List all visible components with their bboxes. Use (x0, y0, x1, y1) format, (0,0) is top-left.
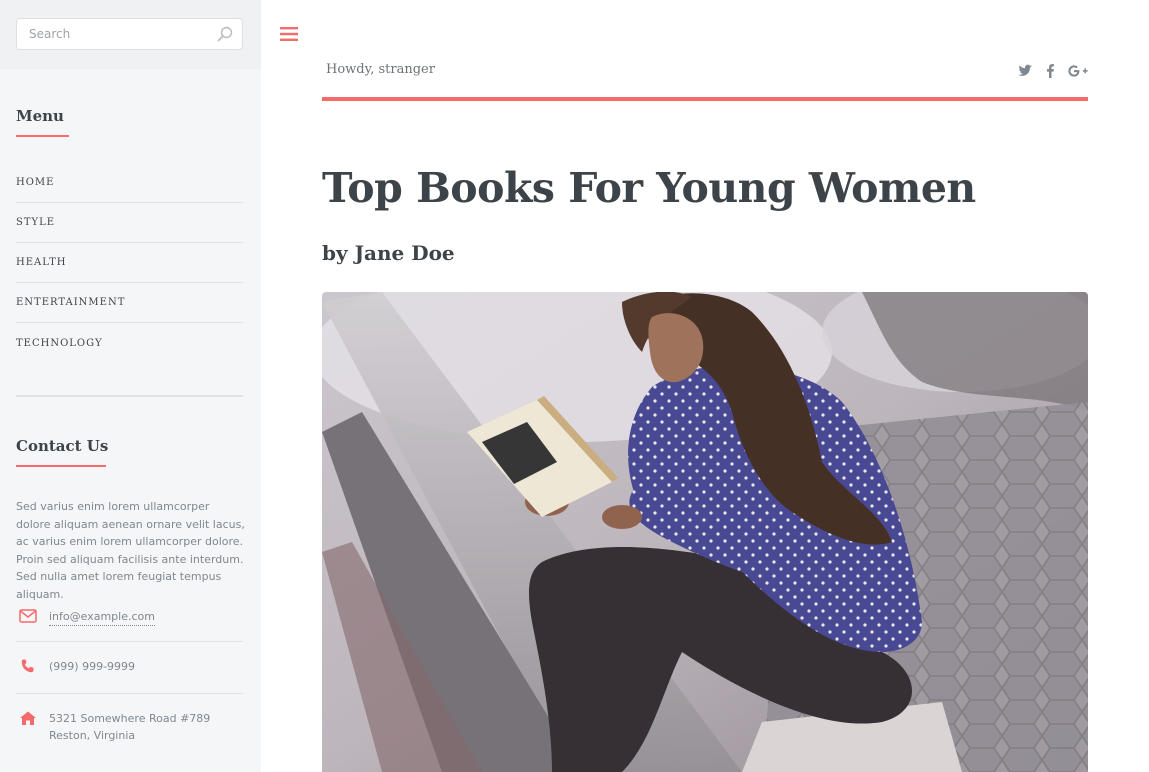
menu-list: HOME STYLE HEALTH ENTERTAINMENT TECHNOLO… (16, 163, 243, 363)
contact-email-row: info@example.com (16, 608, 243, 626)
search-input[interactable] (17, 19, 207, 49)
sidebar: Menu HOME STYLE HEALTH ENTERTAINMENT TEC… (0, 0, 261, 772)
menu-link-technology[interactable]: TECHNOLOGY (16, 338, 103, 349)
contact-phone-row: (999) 999-9999 (16, 658, 243, 675)
menu-item-style[interactable]: STYLE (16, 203, 243, 243)
menu-link-style[interactable]: STYLE (16, 217, 55, 228)
post-title: Top Books For Young Women (322, 164, 976, 212)
menu-item-home[interactable]: HOME (16, 163, 243, 203)
twitter-icon[interactable] (1017, 62, 1033, 80)
menu-item-entertainment[interactable]: ENTERTAINMENT (16, 283, 243, 323)
contact-description: Sed varius enim lorem ullamcorper dolore… (16, 500, 245, 601)
hero-image (322, 292, 1088, 772)
menu-heading: Menu (16, 107, 64, 125)
search-section (0, 0, 261, 69)
menu-item-health[interactable]: HEALTH (16, 243, 243, 283)
menu-link-entertainment[interactable]: ENTERTAINMENT (16, 297, 125, 308)
social-links (1017, 62, 1089, 80)
header-divider (322, 97, 1088, 101)
google-plus-icon[interactable] (1067, 62, 1089, 80)
contact-email-link[interactable]: info@example.com (49, 608, 155, 626)
contact-separator (16, 641, 243, 642)
contact-separator (16, 693, 243, 694)
menu-divider (16, 395, 243, 397)
menu-link-home[interactable]: HOME (16, 177, 54, 188)
home-icon (20, 711, 36, 725)
greeting-text: Howdy, stranger (326, 62, 435, 77)
search-box[interactable] (16, 18, 243, 50)
menu-item-technology[interactable]: TECHNOLOGY (16, 323, 243, 363)
contact-phone: (999) 999-9999 (49, 660, 136, 673)
post-author: by Jane Doe (322, 241, 455, 265)
facebook-icon[interactable] (1045, 62, 1055, 80)
envelope-icon (19, 609, 37, 623)
menu-link-health[interactable]: HEALTH (16, 257, 66, 268)
woman-reading-photo (322, 292, 1088, 772)
phone-icon (21, 659, 34, 673)
menu-heading-underline (16, 135, 69, 137)
contact-heading-underline (16, 465, 106, 467)
search-icon[interactable] (217, 26, 233, 42)
contact-address-row: 5321 Somewhere Road #789 Reston, Virgini… (16, 710, 243, 744)
contact-address-line2: Reston, Virginia (49, 729, 136, 742)
contact-heading: Contact Us (16, 437, 109, 455)
hamburger-menu-icon[interactable] (279, 24, 299, 44)
contact-address-line1: 5321 Somewhere Road #789 (49, 712, 211, 725)
